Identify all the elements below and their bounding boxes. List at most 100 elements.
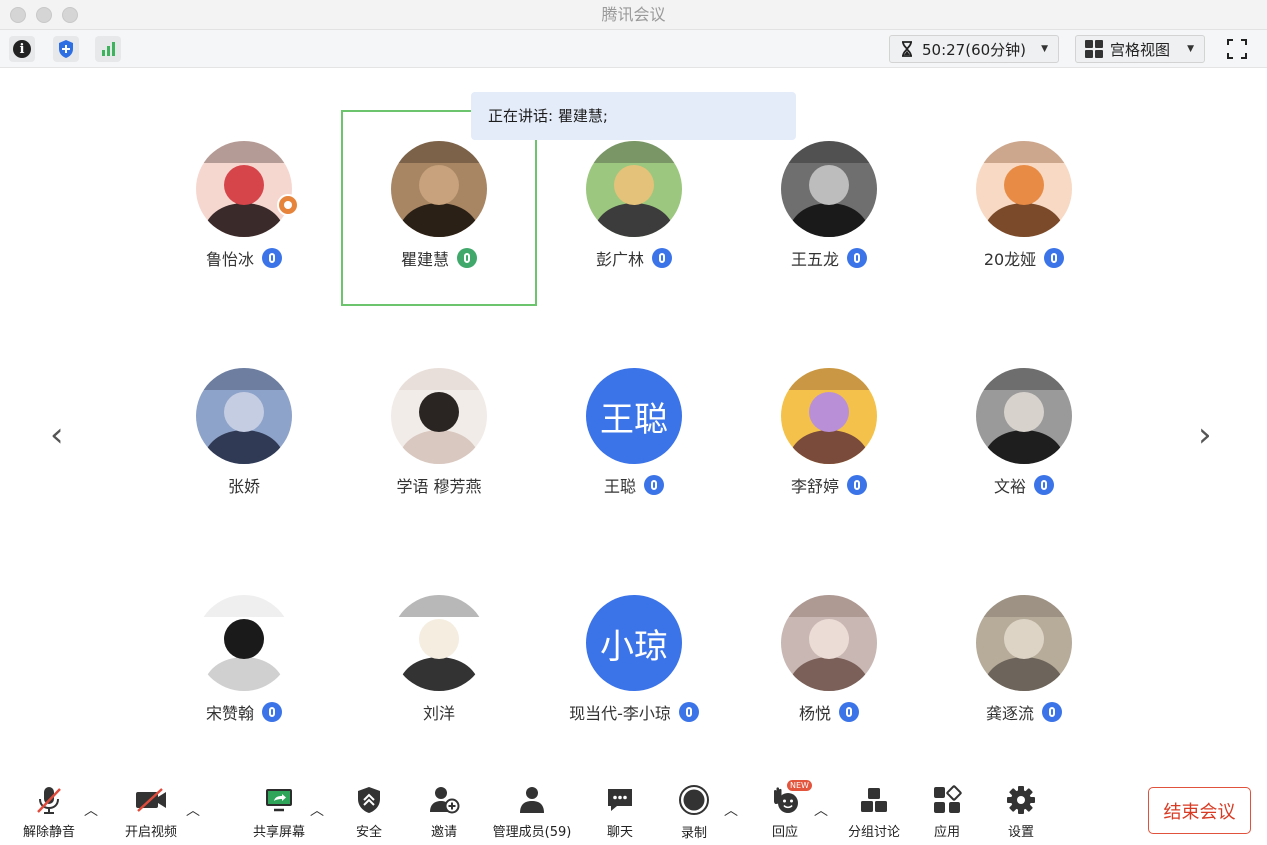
meeting-timer-text: 50:27(60分钟) xyxy=(922,40,1027,59)
participant-name: 现当代-李小琼 xyxy=(569,704,671,723)
participant-name: 杨悦 xyxy=(798,704,831,723)
participant-tile[interactable]: 宋赞翰 xyxy=(146,564,342,760)
participant-tile[interactable]: 小琼 现当代-李小琼 xyxy=(536,564,732,760)
participant-tile[interactable]: 20龙娅 xyxy=(926,110,1122,306)
reactions-button[interactable]: NEW 回应 xyxy=(762,780,812,840)
settings-button[interactable]: 设置 xyxy=(998,784,1044,840)
manage-members-button[interactable]: 管理成员(59) xyxy=(490,784,574,840)
avatar xyxy=(976,141,1072,237)
view-mode-text: 宫格视图 xyxy=(1110,40,1171,59)
fullscreen-icon xyxy=(1227,39,1247,59)
microphone-muted-icon xyxy=(652,248,672,268)
microphone-muted-icon xyxy=(37,786,61,814)
unmute-label: 解除静音 xyxy=(22,825,75,840)
participant-tile[interactable]: 学语 穆芳燕 xyxy=(341,337,537,533)
end-meeting-button[interactable]: 结束会议 xyxy=(1148,787,1251,834)
avatar xyxy=(391,368,487,464)
settings-label: 设置 xyxy=(1007,825,1034,840)
avatar xyxy=(196,595,292,691)
breakout-rooms-label: 分组讨论 xyxy=(847,825,900,840)
participant-name: 宋赞翰 xyxy=(205,704,254,723)
participant-name-row: 学语 穆芳燕 xyxy=(341,473,537,497)
start-video-button[interactable]: 开启视频 xyxy=(120,784,182,840)
breakout-rooms-icon xyxy=(861,787,887,812)
share-screen-label: 共享屏幕 xyxy=(252,825,305,840)
participant-name: 王聪 xyxy=(603,477,636,496)
unmute-button[interactable]: 解除静音 xyxy=(18,784,80,840)
participant-tile[interactable]: 李舒婷 xyxy=(731,337,927,533)
participant-name-row: 宋赞翰 xyxy=(146,700,342,724)
chat-button[interactable]: 聊天 xyxy=(597,784,643,840)
participant-tile[interactable]: 刘洋 xyxy=(341,564,537,760)
speaking-indicator: 正在讲话: 瞿建慧; xyxy=(471,92,796,140)
participant-name-row: 王五龙 xyxy=(731,246,927,270)
share-options-chevron-up-icon[interactable]: ︿ xyxy=(310,800,324,820)
microphone-muted-icon xyxy=(1042,702,1062,722)
record-label: 录制 xyxy=(680,826,707,841)
meeting-info-button[interactable]: i xyxy=(9,36,35,62)
start-video-label: 开启视频 xyxy=(124,825,177,840)
participant-name-row: 龚逐流 xyxy=(926,700,1122,724)
breakout-rooms-button[interactable]: 分组讨论 xyxy=(843,784,905,840)
members-icon xyxy=(520,786,544,813)
participant-name-row: 彭广林 xyxy=(536,246,732,270)
participant-tile[interactable]: 杨悦 xyxy=(731,564,927,760)
avatar xyxy=(196,141,292,237)
participant-name: 龚逐流 xyxy=(985,704,1034,723)
microphone-muted-icon xyxy=(644,475,664,495)
share-screen-button[interactable]: 共享屏幕 xyxy=(248,784,310,840)
view-mode-dropdown[interactable]: 宫格视图 ▼ xyxy=(1075,35,1205,63)
avatar: 王聪 xyxy=(586,368,682,464)
title-bar: 腾讯会议 xyxy=(0,0,1267,30)
apps-button[interactable]: 应用 xyxy=(924,784,970,840)
participant-name-row: 王聪 xyxy=(536,473,732,497)
participant-name: 学语 穆芳燕 xyxy=(396,477,482,496)
video-off-icon xyxy=(136,787,166,812)
participant-name: 文裕 xyxy=(993,477,1026,496)
record-options-chevron-up-icon[interactable]: ︿ xyxy=(724,800,738,820)
avatar xyxy=(976,595,1072,691)
add-person-icon xyxy=(430,786,460,813)
microphone-muted-icon xyxy=(1044,248,1065,268)
participant-tile[interactable]: 王聪 王聪 xyxy=(536,337,732,533)
meeting-timer-dropdown[interactable]: 50:27(60分钟) ▼ xyxy=(889,35,1059,63)
fullscreen-button[interactable] xyxy=(1223,35,1251,63)
security-button[interactable]: 安全 xyxy=(346,784,392,840)
audio-options-chevron-up-icon[interactable]: ︿ xyxy=(84,800,98,820)
participant-tile[interactable]: 张娇 xyxy=(146,337,342,533)
avatar xyxy=(781,368,877,464)
participant-name: 王五龙 xyxy=(790,250,839,269)
record-button[interactable]: 录制 xyxy=(671,784,717,841)
window-title: 腾讯会议 xyxy=(601,5,666,24)
security-status-button[interactable] xyxy=(53,36,79,62)
invite-button[interactable]: 邀请 xyxy=(421,784,467,840)
microphone-muted-icon xyxy=(262,248,282,268)
participant-tile[interactable]: 文裕 xyxy=(926,337,1122,533)
microphone-muted-icon xyxy=(847,248,867,268)
participant-name-row: 鲁怡冰 xyxy=(146,246,342,270)
microphone-muted-icon xyxy=(678,702,699,722)
participant-name: 20龙娅 xyxy=(983,250,1037,269)
next-page-arrow[interactable]: › xyxy=(1198,418,1212,452)
record-icon xyxy=(679,785,709,815)
avatar xyxy=(781,595,877,691)
top-toolbar: i 50:27(60分钟) ▼ 宫格视图 ▼ xyxy=(0,30,1267,68)
invite-label: 邀请 xyxy=(430,825,457,840)
microphone-muted-icon xyxy=(262,702,282,722)
participant-tile[interactable]: 龚逐流 xyxy=(926,564,1122,760)
participant-name: 刘洋 xyxy=(422,704,455,723)
participant-name-row: 20龙娅 xyxy=(926,246,1122,270)
shield-icon xyxy=(358,786,380,813)
hourglass-icon xyxy=(902,41,912,57)
reactions-label: 回应 xyxy=(771,825,798,840)
avatar xyxy=(391,141,487,237)
microphone-muted-icon xyxy=(847,475,867,495)
network-status-button[interactable] xyxy=(95,36,121,62)
participant-tile[interactable]: 鲁怡冰 xyxy=(146,110,342,306)
avatar xyxy=(976,368,1072,464)
participant-name-row: 现当代-李小琼 xyxy=(536,700,732,724)
reactions-options-chevron-up-icon[interactable]: ︿ xyxy=(814,800,828,820)
previous-page-arrow[interactable]: ‹ xyxy=(50,418,64,452)
video-options-chevron-up-icon[interactable]: ︿ xyxy=(186,800,200,820)
participant-name: 鲁怡冰 xyxy=(205,250,254,269)
